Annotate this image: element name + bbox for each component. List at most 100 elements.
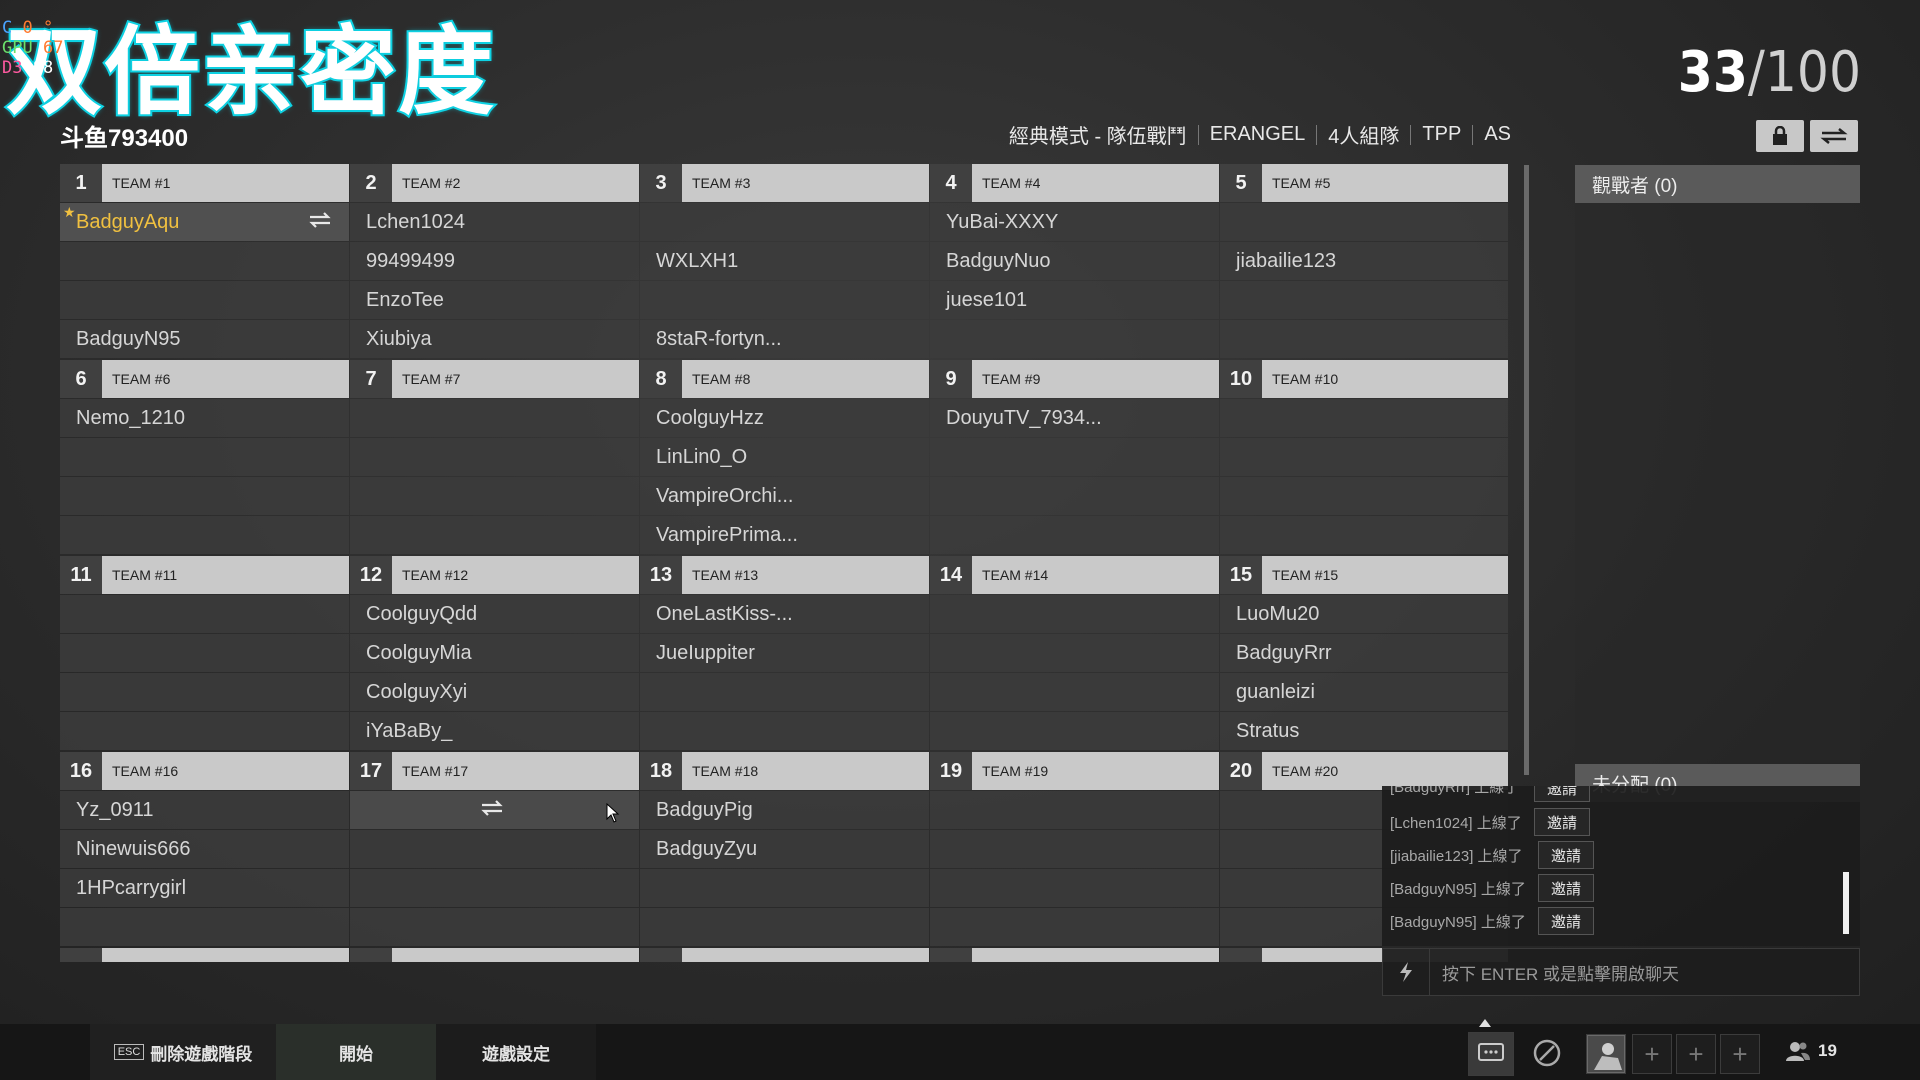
online-friends-button[interactable]: 19 bbox=[1786, 1040, 1837, 1062]
team-slot[interactable] bbox=[350, 830, 639, 868]
team-slot[interactable]: CoolguyHzz bbox=[640, 399, 929, 437]
team-slot[interactable] bbox=[60, 438, 349, 476]
invite-button[interactable]: 邀請 bbox=[1538, 874, 1594, 902]
swap-slot-icon[interactable] bbox=[309, 212, 331, 228]
add-squad-member-button[interactable]: + bbox=[1720, 1034, 1760, 1074]
team-slot[interactable]: LinLin0_O bbox=[640, 438, 929, 476]
team-header[interactable]: 3 TEAM #3 bbox=[640, 164, 929, 202]
team-slot[interactable] bbox=[60, 242, 349, 280]
team-grid-scrollbar[interactable] bbox=[1524, 165, 1529, 775]
start-button[interactable]: 開始 bbox=[276, 1024, 436, 1080]
team-slot[interactable] bbox=[930, 634, 1219, 672]
team-slot[interactable]: OneLastKiss-... bbox=[640, 595, 929, 633]
team-header[interactable]: 9 TEAM #9 bbox=[930, 360, 1219, 398]
team-slot[interactable]: 99499499 bbox=[350, 242, 639, 280]
add-squad-member-button[interactable]: + bbox=[1632, 1034, 1672, 1074]
team-slot[interactable]: WXLXH1 bbox=[640, 242, 929, 280]
team-slot[interactable]: BadguyNuo bbox=[930, 242, 1219, 280]
chat-toggle-button[interactable] bbox=[1468, 1032, 1514, 1076]
team-header[interactable]: 13 TEAM #13 bbox=[640, 556, 929, 594]
team-slot[interactable]: Lchen1024 bbox=[350, 203, 639, 241]
team-slot[interactable] bbox=[640, 281, 929, 319]
expand-chat-icon[interactable] bbox=[1479, 1014, 1491, 1032]
team-header[interactable] bbox=[930, 948, 1219, 962]
team-slot[interactable] bbox=[640, 712, 929, 750]
team-slot[interactable]: Ninewuis666 bbox=[60, 830, 349, 868]
team-header[interactable]: 20 TEAM #20 bbox=[1220, 752, 1508, 790]
shuffle-teams-button[interactable] bbox=[1810, 120, 1858, 152]
team-slot[interactable] bbox=[1220, 203, 1508, 241]
team-slot[interactable] bbox=[350, 869, 639, 907]
team-header[interactable]: 1 TEAM #1 bbox=[60, 164, 349, 202]
team-header[interactable]: 19 TEAM #19 bbox=[930, 752, 1219, 790]
team-slot[interactable]: juese101 bbox=[930, 281, 1219, 319]
team-slot[interactable] bbox=[640, 908, 929, 946]
delete-session-button[interactable]: ESC 刪除遊戲階段 bbox=[90, 1024, 276, 1080]
team-slot[interactable]: Yz_0911 bbox=[60, 791, 349, 829]
team-slot[interactable]: 1HPcarrygirl bbox=[60, 869, 349, 907]
team-slot[interactable] bbox=[640, 869, 929, 907]
team-header[interactable]: 7 TEAM #7 bbox=[350, 360, 639, 398]
team-slot[interactable] bbox=[930, 908, 1219, 946]
team-header[interactable]: 8 TEAM #8 bbox=[640, 360, 929, 398]
team-header[interactable]: 12 TEAM #12 bbox=[350, 556, 639, 594]
team-slot[interactable]: guanleizi bbox=[1220, 673, 1508, 711]
team-slot[interactable] bbox=[60, 595, 349, 633]
invite-button[interactable]: 邀請 bbox=[1538, 841, 1594, 869]
team-slot[interactable] bbox=[1220, 320, 1508, 358]
team-header[interactable]: 15 TEAM #15 bbox=[1220, 556, 1508, 594]
team-slot[interactable]: BadguyZyu bbox=[640, 830, 929, 868]
team-slot[interactable] bbox=[350, 399, 639, 437]
team-slot[interactable] bbox=[350, 438, 639, 476]
team-slot[interactable]: Stratus bbox=[1220, 712, 1508, 750]
invite-button[interactable]: 邀請 bbox=[1538, 907, 1594, 935]
team-slot[interactable] bbox=[350, 516, 639, 554]
game-settings-button[interactable]: 遊戲設定 bbox=[436, 1024, 596, 1080]
team-slot[interactable]: JueIuppiter bbox=[640, 634, 929, 672]
team-slot[interactable] bbox=[1220, 281, 1508, 319]
team-header[interactable]: 16 TEAM #16 bbox=[60, 752, 349, 790]
team-slot[interactable] bbox=[350, 908, 639, 946]
team-slot[interactable] bbox=[930, 869, 1219, 907]
team-slot[interactable] bbox=[640, 203, 929, 241]
team-slot[interactable]: VampirePrima... bbox=[640, 516, 929, 554]
team-slot[interactable] bbox=[60, 281, 349, 319]
team-header[interactable]: 2 TEAM #2 bbox=[350, 164, 639, 202]
invite-button[interactable]: 邀請 bbox=[1534, 808, 1590, 836]
team-header[interactable] bbox=[60, 948, 349, 962]
invite-button[interactable]: 邀請 bbox=[1534, 786, 1590, 802]
team-slot[interactable]: CoolguyQdd bbox=[350, 595, 639, 633]
team-header[interactable]: 17 TEAM #17 bbox=[350, 752, 639, 790]
team-slot[interactable]: YuBai-XXXY bbox=[930, 203, 1219, 241]
team-slot[interactable]: 8staR-fortyn... bbox=[640, 320, 929, 358]
team-header[interactable]: 14 TEAM #14 bbox=[930, 556, 1219, 594]
team-slot[interactable] bbox=[1220, 516, 1508, 554]
team-slot[interactable] bbox=[930, 595, 1219, 633]
team-slot[interactable] bbox=[930, 516, 1219, 554]
team-slot[interactable]: EnzoTee bbox=[350, 281, 639, 319]
emblem-button[interactable] bbox=[1528, 1034, 1566, 1072]
add-squad-member-button[interactable]: + bbox=[1676, 1034, 1716, 1074]
team-slot[interactable] bbox=[60, 477, 349, 515]
lightning-icon[interactable] bbox=[1383, 949, 1430, 995]
team-slot[interactable]: CoolguyMia bbox=[350, 634, 639, 672]
team-slot[interactable] bbox=[60, 516, 349, 554]
team-slot[interactable] bbox=[60, 673, 349, 711]
team-header[interactable]: 11 TEAM #11 bbox=[60, 556, 349, 594]
team-header[interactable]: 10 TEAM #10 bbox=[1220, 360, 1508, 398]
lock-button[interactable] bbox=[1756, 120, 1804, 152]
team-slot[interactable] bbox=[930, 477, 1219, 515]
spectators-header[interactable]: 觀戰者 (0) bbox=[1575, 165, 1860, 203]
team-slot[interactable]: BadguyRrr bbox=[1220, 634, 1508, 672]
team-slot[interactable] bbox=[60, 908, 349, 946]
team-slot[interactable] bbox=[930, 830, 1219, 868]
swap-slot-icon[interactable] bbox=[481, 800, 503, 816]
team-slot[interactable] bbox=[1220, 399, 1508, 437]
team-slot[interactable]: VampireOrchi... bbox=[640, 477, 929, 515]
team-slot[interactable]: jiabailie123 bbox=[1220, 242, 1508, 280]
team-slot[interactable] bbox=[1220, 477, 1508, 515]
team-slot[interactable]: DouyuTV_7934... bbox=[930, 399, 1219, 437]
chat-input[interactable]: 按下 ENTER 或是點擊開啟聊天 bbox=[1382, 948, 1860, 996]
team-slot[interactable]: BadguyAqu ★ bbox=[60, 203, 349, 241]
team-header[interactable] bbox=[350, 948, 639, 962]
